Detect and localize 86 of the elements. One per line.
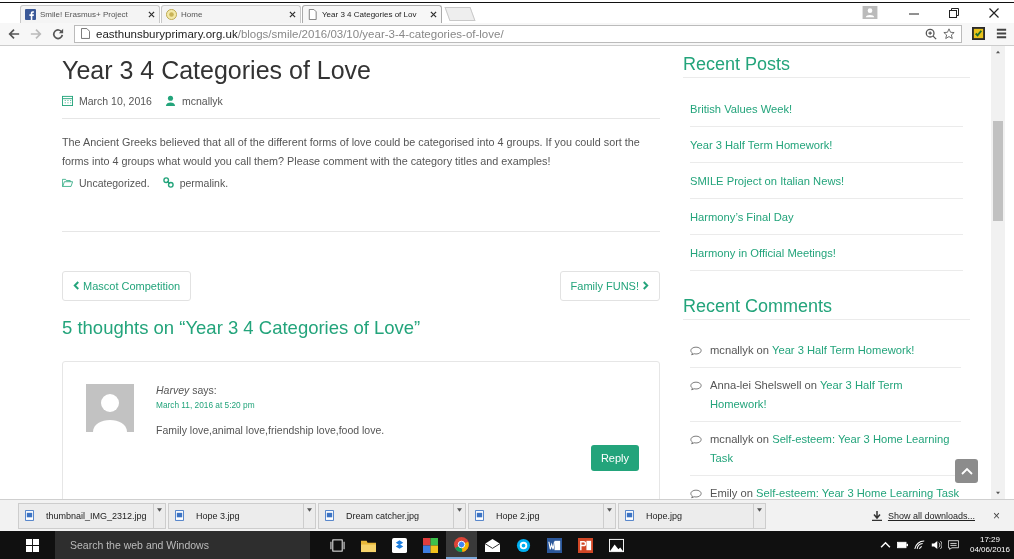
- chrome-icon[interactable]: [454, 536, 469, 552]
- wifi-icon[interactable]: [913, 540, 925, 550]
- category-link[interactable]: Uncategorized.: [79, 176, 150, 189]
- back-to-top-button[interactable]: [955, 458, 978, 483]
- download-item[interactable]: Hope 2.jpg: [468, 502, 616, 529]
- close-button[interactable]: ×: [993, 508, 1000, 523]
- message-icon[interactable]: [947, 540, 959, 550]
- caret-up-icon: [960, 466, 973, 475]
- calendar-icon: [62, 95, 73, 107]
- image-file-icon: [25, 510, 34, 522]
- download-item[interactable]: thumbnail_IMG_2312.jpg: [18, 502, 166, 529]
- word-icon[interactable]: [547, 537, 562, 553]
- browser-tab[interactable]: Smile! Erasmus+ Project: [20, 4, 160, 23]
- chevron-left-icon: [73, 281, 80, 291]
- image-file-icon: [475, 510, 484, 522]
- show-all-downloads-link[interactable]: Show all downloads...: [887, 510, 975, 521]
- extension-icon[interactable]: [972, 27, 985, 41]
- taskbar-date[interactable]: 04/06/2016: [969, 545, 1010, 555]
- comment-text: Family love,animal love,friendship love,food love.: [156, 423, 386, 436]
- download-icon: [871, 510, 882, 521]
- photos-icon[interactable]: [609, 537, 624, 553]
- caret-down-icon[interactable]: [757, 507, 762, 512]
- box-icon[interactable]: [392, 537, 407, 553]
- caret-up-icon[interactable]: [879, 540, 891, 550]
- close-icon[interactable]: [430, 10, 437, 18]
- post-date: March 10, 2016: [79, 94, 152, 107]
- task-view-icon[interactable]: [330, 537, 345, 553]
- comment-author: Harvey says:: [156, 383, 218, 396]
- skype-icon[interactable]: [516, 537, 531, 553]
- widget-title: Recent Posts: [683, 53, 970, 78]
- caret-down-icon[interactable]: [157, 507, 162, 512]
- close-icon[interactable]: [289, 10, 296, 18]
- download-item[interactable]: Hope 3.jpg: [168, 502, 316, 529]
- recent-comment: Anna-lei Shelswell on Year 3 Half Term Homework!: [710, 377, 904, 412]
- speech-bubble-icon: [690, 488, 702, 499]
- permalink-link[interactable]: permalink.: [179, 176, 229, 189]
- powerpoint-icon[interactable]: [578, 537, 593, 553]
- chevron-right-icon: [642, 281, 649, 291]
- caret-down-icon[interactable]: [457, 507, 462, 512]
- taskbar-time[interactable]: 17:29: [979, 535, 1000, 545]
- speaker-icon[interactable]: [930, 540, 942, 550]
- folder-icon: [62, 177, 73, 189]
- scroll-up-icon[interactable]: [995, 49, 1001, 54]
- comments-title: 5 thoughts on “Year 3 4 Categories of Love”: [62, 316, 422, 339]
- post-author[interactable]: mcnallyk: [181, 94, 223, 107]
- recent-comment: mcnallyk on Self-esteem: Year 3 Home Learning Task: [710, 431, 951, 466]
- browser-tab[interactable]: Home: [161, 4, 301, 23]
- post-title: Year 3 4 Categories of Love: [62, 54, 372, 85]
- zoom-icon[interactable]: [925, 27, 937, 40]
- recent-comment: Emily on Self-esteem: Year 3 Home Learning Task: [710, 485, 961, 500]
- reload-icon[interactable]: [52, 27, 64, 40]
- person-icon: [164, 95, 176, 107]
- star-icon[interactable]: [943, 27, 955, 40]
- avatar-icon: [86, 383, 134, 432]
- widget-title: Recent Comments: [683, 295, 970, 320]
- recent-comment: mcnallyk on Year 3 Half Term Homework!: [710, 342, 916, 358]
- close-icon[interactable]: [148, 10, 155, 18]
- menu-icon[interactable]: [995, 27, 1008, 41]
- battery-icon[interactable]: [896, 540, 908, 550]
- windows-start-icon[interactable]: [26, 538, 39, 552]
- speech-bubble-icon: [690, 434, 702, 445]
- site-icon: [166, 8, 177, 20]
- image-file-icon: [175, 510, 184, 522]
- scrollbar-thumb[interactable]: [993, 120, 1003, 221]
- taskbar-search-field[interactable]: Search the web and Windows: [55, 531, 310, 559]
- mail-icon[interactable]: [485, 537, 500, 553]
- browser-tab[interactable]: Year 3 4 Categories of Lov: [302, 4, 442, 23]
- image-file-icon: [625, 510, 634, 522]
- download-item[interactable]: Hope.jpg: [618, 502, 766, 529]
- restore-icon[interactable]: [948, 6, 960, 19]
- facebook-icon: [25, 8, 36, 20]
- colorful-app-icon[interactable]: [423, 537, 438, 553]
- address-field[interactable]: easthunsburyprimary.org.uk/blogs/smile/2016/03/10/year-3-4-categories-of-love/: [74, 24, 962, 43]
- back-icon[interactable]: [8, 27, 20, 40]
- post-body: The Ancient Greeks believed that all of the different forms of love could be categorised into 4 groups. If you could sort the forms into 4 groups what would you call them? Please comment with the category titles and examples!: [62, 134, 641, 169]
- scroll-down-icon[interactable]: [995, 491, 1001, 496]
- caret-down-icon[interactable]: [607, 507, 612, 512]
- link-icon: [162, 177, 174, 189]
- speech-bubble-icon: [690, 380, 702, 391]
- page-icon: [307, 8, 318, 20]
- speech-bubble-icon: [690, 345, 702, 356]
- close-icon[interactable]: [988, 6, 1000, 19]
- image-file-icon: [325, 510, 334, 522]
- download-item[interactable]: Dream catcher.jpg: [318, 502, 466, 529]
- page-icon: [81, 28, 90, 40]
- caret-down-icon[interactable]: [307, 507, 312, 512]
